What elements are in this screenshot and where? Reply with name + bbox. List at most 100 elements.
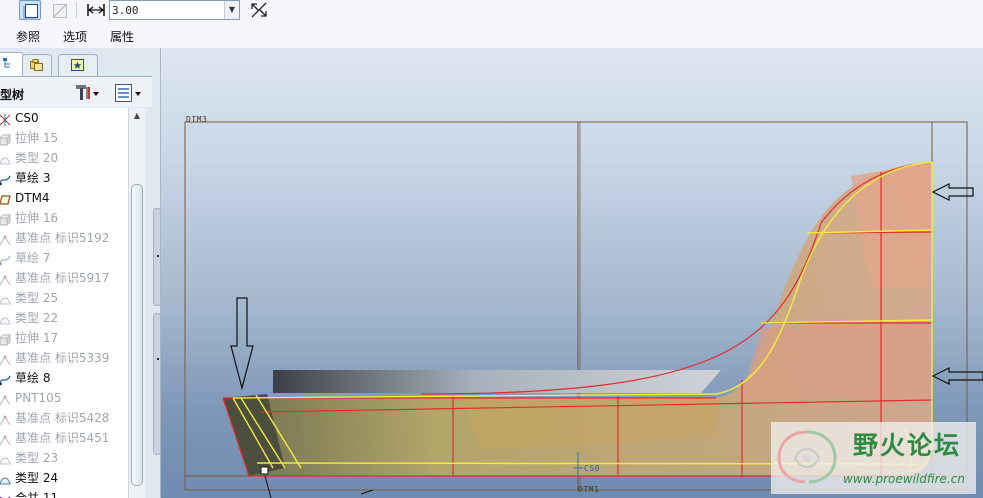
folder-browser-icon — [30, 59, 43, 71]
grip-dot — [157, 358, 159, 360]
chevron-down-icon[interactable]: ▼ — [224, 1, 239, 19]
surface-trim-icon — [53, 4, 67, 18]
leader-line — [360, 489, 374, 495]
scrollbar-thumb[interactable] — [131, 184, 143, 486]
grip-dot — [157, 255, 159, 257]
top-deck-surface[interactable] — [273, 370, 721, 393]
tab-properties[interactable]: 属性 — [110, 28, 134, 45]
sketch-icon — [0, 252, 11, 266]
tree-item[interactable]: 类型 20 — [0, 148, 128, 168]
toolbar-divider — [76, 2, 77, 18]
tree-item[interactable]: 类型 25 — [0, 288, 128, 308]
tree-item[interactable]: 基准点 标识5339 — [0, 348, 128, 368]
label-dtm1: DTM1 — [578, 485, 600, 494]
tree-settings-icon[interactable] — [74, 83, 100, 103]
datum-point-icon — [0, 432, 11, 446]
tree-item[interactable]: 拉伸 15 — [0, 128, 128, 148]
splitter-grip-bottom[interactable] — [153, 313, 161, 455]
tree-item-label: 草绘 8 — [15, 371, 51, 385]
tree-item-label: 类型 22 — [15, 311, 59, 325]
tree-item-label: 拉伸 16 — [15, 211, 59, 225]
datum-point-icon — [0, 272, 11, 286]
watermark-url: www.proewildfire.cn — [843, 472, 965, 486]
scroll-up-icon[interactable]: ▲ — [129, 108, 145, 124]
tree-item[interactable]: 基准点 标识5451 — [0, 428, 128, 448]
direction-arrow-left[interactable] — [230, 297, 254, 391]
csys-icon — [0, 112, 11, 126]
extrude-icon — [0, 332, 12, 347]
tree-item[interactable]: CS0 — [0, 108, 128, 128]
stern-lower-patch — [741, 322, 932, 400]
datum-point-icon — [0, 392, 11, 406]
tree-item-label: 基准点 标识5451 — [15, 431, 110, 445]
tree-item-label: 类型 20 — [15, 151, 59, 165]
tree-item[interactable]: 草绘 8 — [0, 368, 128, 388]
tree-item-label: 拉伸 17 — [15, 331, 59, 345]
model-tree-title: 型树 — [0, 88, 25, 102]
tree-item[interactable]: 基准点 标识5917 — [0, 268, 128, 288]
tree-item-label: 拉伸 15 — [15, 131, 59, 145]
tab-model-tree[interactable] — [0, 52, 24, 76]
favorites-icon — [71, 59, 84, 71]
tree-item[interactable]: 类型 24 — [0, 468, 128, 488]
solid-thicken-button[interactable] — [19, 0, 41, 20]
type-feature-icon — [0, 452, 11, 465]
tree-item-label: 草绘 7 — [15, 251, 51, 265]
tree-item-label: 基准点 标识5428 — [15, 411, 110, 425]
tree-item[interactable]: 合并 11 — [0, 488, 128, 498]
flip-direction-icon[interactable] — [249, 1, 269, 19]
tab-references[interactable]: 参照 — [16, 28, 40, 45]
tree-item-label: 类型 25 — [15, 291, 59, 305]
tab-favorites[interactable] — [58, 54, 98, 76]
splitter-grip-top[interactable] — [153, 208, 161, 306]
tree-item-label: 基准点 标识5917 — [15, 271, 110, 285]
model-tree-icon — [3, 58, 10, 68]
direction-arrow-lower[interactable] — [931, 367, 983, 385]
tree-item[interactable]: 草绘 7 — [0, 248, 128, 268]
datum-plane-icon — [0, 192, 11, 205]
panel-splitter[interactable] — [152, 208, 161, 488]
tree-item-label: 类型 24 — [15, 471, 59, 485]
forum-watermark: 野火论坛 www.proewildfire.cn — [771, 422, 976, 494]
drag-handle[interactable] — [260, 466, 269, 475]
tree-item[interactable]: PNT105 — [0, 388, 128, 408]
tree-item[interactable]: 基准点 标识5192 — [0, 228, 128, 248]
model-tree-list[interactable]: CS0 拉伸 15 类型 20 草绘 3 DTM4 拉伸 16 基准点 标识5192 草绘 7… — [0, 108, 128, 498]
handle-leader — [264, 475, 272, 498]
thickness-input[interactable] — [112, 3, 222, 17]
merge-icon — [0, 492, 11, 498]
datum-point-icon — [0, 352, 11, 366]
forum-logo — [777, 430, 837, 484]
sketch-icon — [0, 372, 11, 386]
tree-item[interactable]: 拉伸 16 — [0, 208, 128, 228]
thickness-value-combobox[interactable]: ▼ — [109, 0, 240, 20]
tree-item-label: PNT105 — [15, 391, 62, 405]
tree-item[interactable]: 类型 22 — [0, 308, 128, 328]
solid-thicken-icon — [25, 4, 38, 18]
feature-dashboard: ▼ 参照 选项 属性 — [0, 0, 983, 49]
tab-options[interactable]: 选项 — [63, 28, 87, 45]
label-dtm3: DTM3 — [186, 115, 208, 124]
extrude-icon — [0, 212, 12, 227]
tree-item[interactable]: 拉伸 17 — [0, 328, 128, 348]
tab-folder-browser[interactable] — [22, 54, 52, 76]
tree-item-label: 基准点 标识5192 — [15, 231, 110, 245]
tree-scrollbar[interactable]: ▲ — [128, 108, 145, 498]
sketch-icon — [0, 172, 11, 186]
tree-item-label: DTM4 — [15, 191, 50, 205]
tree-item[interactable]: 基准点 标识5428 — [0, 408, 128, 428]
extrude-icon — [0, 132, 12, 147]
datum-point-icon — [0, 412, 11, 426]
tree-item-label: 基准点 标识5339 — [15, 351, 110, 365]
type-feature-icon — [0, 472, 11, 485]
thickness-dimension-icon — [87, 4, 105, 16]
tree-show-menu-icon[interactable] — [114, 83, 144, 103]
type-feature-icon — [0, 312, 11, 325]
tree-item[interactable]: 草绘 3 — [0, 168, 128, 188]
label-cs0: CS0 — [584, 464, 600, 473]
tree-item[interactable]: DTM4 — [0, 188, 128, 208]
graphics-window[interactable]: DTM3 CS0 DTM1 野火论坛 www.proewildfire.cn — [161, 48, 983, 498]
remove-material-button[interactable] — [47, 0, 69, 20]
tree-item[interactable]: 类型 23 — [0, 448, 128, 468]
navigator-panel: 型树 CS0 拉伸 15 类型 20 草绘 3 DTM4 拉伸 16 基准点 标识5192 草… — [0, 48, 161, 498]
